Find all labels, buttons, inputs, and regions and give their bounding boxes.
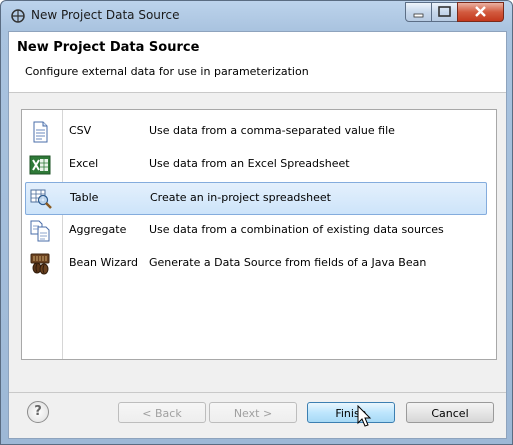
source-description: Create an in-project spreadsheet xyxy=(150,191,331,204)
page-description: Configure external data for use in param… xyxy=(25,65,309,78)
list-item-aggregate[interactable]: Aggregate Use data from a combination of… xyxy=(25,215,485,246)
cancel-button[interactable]: Cancel xyxy=(406,402,494,423)
wizard-header: New Project Data Source Configure extern… xyxy=(9,32,506,93)
help-icon: ? xyxy=(34,404,42,419)
list-item-excel[interactable]: Excel Use data from an Excel Spreadsheet xyxy=(25,149,485,180)
source-name: Table xyxy=(70,191,99,204)
table-search-icon xyxy=(30,189,52,209)
list-item-csv[interactable]: CSV Use data from a comma-separated valu… xyxy=(25,116,485,147)
back-button[interactable]: < Back xyxy=(118,402,206,423)
source-name: Bean Wizard xyxy=(69,256,139,269)
aggregate-icon xyxy=(30,220,50,242)
source-name: Excel xyxy=(69,157,99,170)
title-bar[interactable]: New Project Data Source xyxy=(1,1,512,31)
minimize-button[interactable] xyxy=(405,2,432,22)
close-button[interactable] xyxy=(457,2,504,22)
list-item-table[interactable]: Table Create an in-project spreadsheet xyxy=(25,182,487,215)
data-source-list[interactable]: CSV Use data from a comma-separated valu… xyxy=(21,109,497,360)
source-description: Use data from a combination of existing … xyxy=(149,223,444,236)
list-item-bean-wizard[interactable]: Bean Wizard Generate a Data Source from … xyxy=(25,248,485,279)
help-button[interactable]: ? xyxy=(27,401,49,423)
source-name: Aggregate xyxy=(69,223,127,236)
source-description: Use data from a comma-separated value fi… xyxy=(149,124,395,137)
app-icon xyxy=(11,9,25,23)
mouse-cursor-icon xyxy=(357,405,372,427)
dialog-client: New Project Data Source Configure extern… xyxy=(8,31,507,439)
excel-icon xyxy=(29,155,51,175)
source-name: CSV xyxy=(69,124,92,137)
window-title: New Project Data Source xyxy=(31,8,180,22)
finish-button[interactable]: Finish xyxy=(307,402,395,423)
source-description: Use data from an Excel Spreadsheet xyxy=(149,157,350,170)
source-description: Generate a Data Source from fields of a … xyxy=(149,256,427,269)
csv-file-icon xyxy=(33,121,48,143)
button-bar-separator xyxy=(9,392,506,393)
java-bean-icon xyxy=(30,253,50,275)
close-icon xyxy=(475,6,486,17)
maximize-icon xyxy=(438,6,451,17)
dialog-window: New Project Data Source New Project Data… xyxy=(0,0,513,445)
minimize-icon xyxy=(413,13,424,18)
maximize-button[interactable] xyxy=(431,2,458,22)
next-button[interactable]: Next > xyxy=(209,402,297,423)
page-title: New Project Data Source xyxy=(17,40,200,55)
